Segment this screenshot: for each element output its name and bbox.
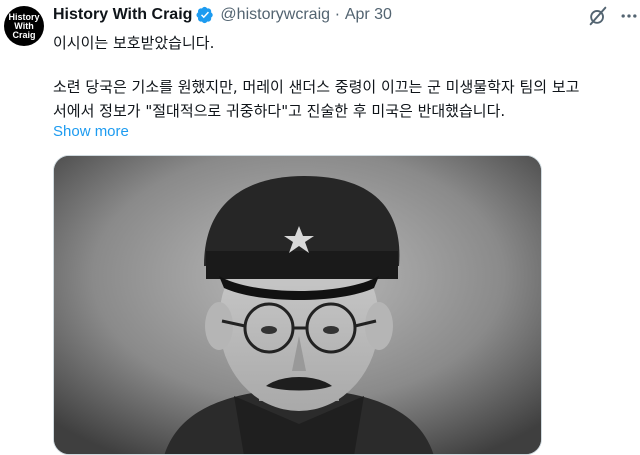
tweet-text-line-3: 서에서 정보가 "절대적으로 귀중하다"고 진술한 후 미국은 반대했습니다. — [53, 102, 506, 120]
separator-dot: · — [335, 6, 340, 24]
grok-icon — [589, 6, 607, 26]
portrait-photo — [54, 156, 541, 454]
tweet-date[interactable]: Apr 30 — [345, 6, 392, 24]
avatar[interactable]: History With Craig — [4, 6, 44, 46]
author-name[interactable]: History With Craig — [53, 6, 192, 24]
show-more-link[interactable]: Show more — [53, 121, 129, 143]
avatar-text-3: Craig — [12, 29, 36, 40]
author-handle[interactable]: @historywcraig — [220, 6, 330, 24]
tweet-header: History With Craig @historywcraig · Apr … — [53, 4, 392, 26]
grok-button[interactable] — [586, 4, 610, 28]
tweet-media-photo[interactable] — [53, 155, 542, 455]
tweet-text-line-2: 소련 당국은 기소를 원했지만, 머레이 샌더스 중령이 이끄는 군 미생물학자… — [53, 78, 580, 96]
tweet-text-line-1: 이시이는 보호받았습니다. — [53, 34, 215, 52]
more-horizontal-icon — [621, 14, 637, 18]
more-options-button[interactable] — [618, 4, 640, 28]
verified-badge-icon — [196, 6, 214, 24]
